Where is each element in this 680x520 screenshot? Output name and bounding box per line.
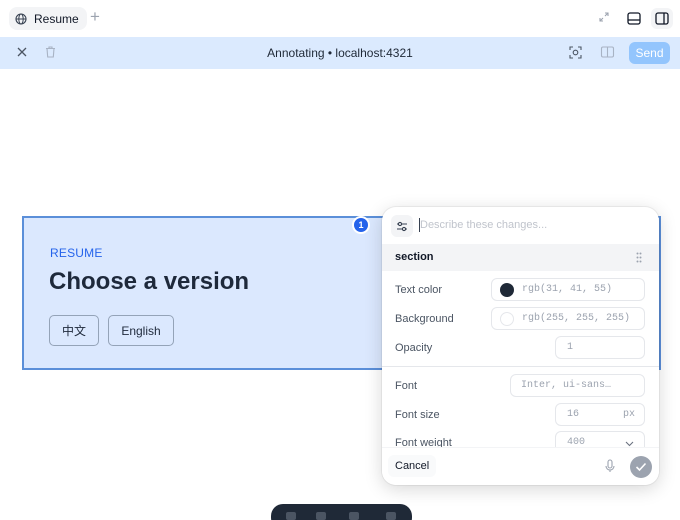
dock-tool-icon[interactable] bbox=[349, 512, 359, 520]
bottom-dock bbox=[271, 504, 412, 520]
font-label: Font bbox=[395, 380, 418, 392]
new-tab-plus-icon[interactable]: + bbox=[87, 8, 103, 25]
panel-divider bbox=[382, 366, 659, 367]
annotation-number-badge[interactable]: 1 bbox=[352, 216, 370, 234]
panel-header bbox=[382, 207, 659, 244]
tab-resume[interactable]: Resume bbox=[9, 7, 87, 30]
element-name: section bbox=[395, 251, 434, 263]
dock-tool-icon[interactable] bbox=[286, 512, 296, 520]
background-label: Background bbox=[395, 313, 454, 325]
check-icon bbox=[635, 462, 647, 472]
text-color-value: rgb(31, 41, 55) bbox=[522, 284, 613, 295]
cancel-button[interactable]: Cancel bbox=[388, 455, 437, 477]
background-swatch[interactable] bbox=[500, 311, 514, 326]
dock-tool-icon[interactable] bbox=[316, 512, 326, 520]
expand-icon[interactable] bbox=[598, 11, 610, 23]
confirm-button[interactable] bbox=[630, 456, 652, 478]
side-panel-layout-button[interactable] bbox=[651, 8, 673, 29]
text-color-field[interactable]: rgb(31, 41, 55) bbox=[491, 278, 645, 301]
font-size-value: 16 bbox=[567, 409, 580, 420]
annotation-toolbar: Annotating • localhost:4321 Send bbox=[0, 37, 680, 69]
sliders-icon bbox=[397, 221, 407, 231]
globe-icon bbox=[15, 12, 27, 25]
english-version-button[interactable]: English bbox=[108, 315, 174, 346]
adjustments-button[interactable] bbox=[391, 215, 413, 237]
page-heading: Choose a version bbox=[49, 268, 250, 295]
background-value: rgb(255, 255, 255) bbox=[522, 313, 631, 324]
annotation-edit-panel: section Text color rgb(31, 41, 55) Backg… bbox=[382, 207, 659, 485]
split-view-icon[interactable] bbox=[600, 45, 615, 59]
send-button[interactable]: Send bbox=[629, 42, 670, 64]
opacity-value: 1 bbox=[567, 342, 574, 353]
microphone-icon[interactable] bbox=[605, 459, 615, 473]
chinese-version-button[interactable]: 中文 bbox=[49, 315, 99, 346]
section-eyebrow: RESUME bbox=[50, 246, 103, 260]
panel-bottom-icon bbox=[627, 12, 641, 25]
drag-grip-icon[interactable] bbox=[636, 252, 642, 263]
bottom-panel-layout-button[interactable] bbox=[623, 8, 645, 29]
tab-bar: Resume + bbox=[0, 0, 680, 37]
background-field[interactable]: rgb(255, 255, 255) bbox=[491, 307, 645, 330]
font-size-field[interactable]: 16 px bbox=[555, 403, 645, 426]
panel-footer: Cancel bbox=[382, 447, 659, 485]
screenshot-icon[interactable] bbox=[568, 45, 583, 60]
font-size-label: Font size bbox=[395, 409, 440, 421]
panel-right-icon bbox=[655, 12, 669, 25]
tab-title: Resume bbox=[34, 11, 79, 26]
opacity-label: Opacity bbox=[395, 342, 433, 354]
text-color-swatch[interactable] bbox=[500, 282, 514, 297]
text-color-label: Text color bbox=[395, 284, 443, 296]
font-size-unit: px bbox=[622, 409, 635, 420]
dock-tool-icon[interactable] bbox=[386, 512, 396, 520]
font-value: Inter, ui-sans… bbox=[521, 380, 612, 391]
opacity-field[interactable]: 1 bbox=[555, 336, 645, 359]
font-select[interactable]: Inter, ui-sans… bbox=[510, 374, 645, 397]
describe-changes-input[interactable] bbox=[420, 216, 645, 234]
element-section-header: section bbox=[382, 244, 659, 271]
